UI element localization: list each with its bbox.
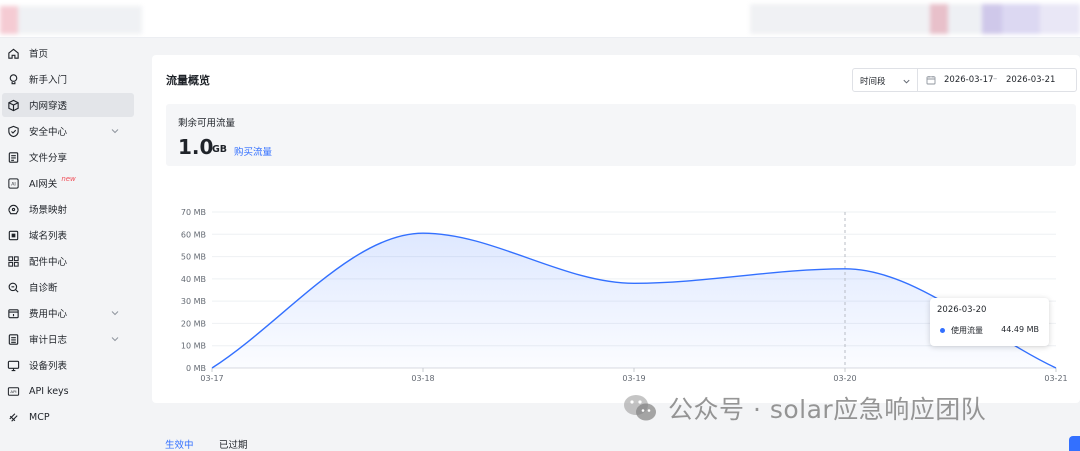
remaining-traffic-unit: GB — [212, 144, 228, 155]
date-end[interactable]: 2026-03-21 — [1006, 75, 1055, 85]
wechat-logo-icon — [624, 395, 656, 421]
scene-icon — [6, 202, 20, 216]
sidebar-item-security[interactable]: 安全中心 — [2, 119, 134, 143]
sidebar-item-ai-gateway[interactable]: AI AI网关 new — [2, 171, 134, 195]
sidebar-item-getting-started[interactable]: 新手入门 — [2, 67, 134, 91]
remaining-traffic-label: 剩余可用流量 — [178, 118, 236, 129]
sidebar-item-label: 设备列表 — [29, 361, 68, 372]
api-icon: API — [6, 384, 20, 398]
sidebar-item-label: 配件中心 — [29, 257, 68, 268]
diagnose-icon — [6, 280, 20, 294]
range-type-value: 时间段 — [860, 77, 886, 87]
home-icon — [6, 46, 20, 60]
sidebar-item-label: API keys — [29, 385, 69, 397]
sidebar-item-label: 新手入门 — [29, 75, 68, 86]
traffic-area-chart[interactable]: 0 MB10 MB20 MB30 MB40 MB50 MB60 MB70 MB … — [152, 195, 1080, 395]
y-tick-label: 30 MB — [181, 297, 206, 306]
traffic-overview-card: 流量概览 时间段 2026-03-17 – 2026-03-21 剩余可用流量 … — [152, 55, 1080, 403]
y-tick-label: 40 MB — [181, 275, 206, 284]
cube-icon — [6, 98, 20, 112]
remaining-traffic-panel: 剩余可用流量 1.0 GB 购买流量 — [166, 104, 1076, 166]
file-icon — [6, 150, 20, 164]
sidebar: 首页 新手入门 内网穿透 安全中心 文件分享 AI AI网关 new 场景映射 … — [0, 38, 138, 451]
range-type-select[interactable]: 时间段 — [852, 68, 918, 92]
tooltip-value: 44.49 MB — [1001, 325, 1039, 334]
log-icon — [6, 332, 20, 346]
sidebar-item-label: MCP — [29, 411, 50, 423]
buy-traffic-link[interactable]: 购买流量 — [234, 144, 272, 158]
sidebar-item-api-keys[interactable]: API API keys — [2, 379, 134, 403]
sidebar-item-label: 自诊断 — [29, 283, 58, 294]
date-range-picker[interactable]: 2026-03-17 – 2026-03-21 — [917, 68, 1077, 92]
domain-icon — [6, 228, 20, 242]
y-tick-label: 60 MB — [181, 230, 206, 239]
chevron-down-icon[interactable] — [110, 126, 120, 136]
y-tick-label: 0 MB — [186, 364, 206, 373]
sidebar-item-label: AI网关 — [29, 179, 58, 190]
grid-icon — [6, 254, 20, 268]
sidebar-item-label: 首页 — [29, 49, 49, 60]
sidebar-item-mcp[interactable]: MCP — [2, 405, 134, 429]
sidebar-item-accessories[interactable]: 配件中心 — [2, 249, 134, 273]
wallet-icon — [6, 306, 20, 320]
chevron-down-icon — [903, 79, 910, 84]
sidebar-item-file-share[interactable]: 文件分享 — [2, 145, 134, 169]
floating-action-button[interactable] — [1069, 436, 1080, 451]
x-tick-label: 03-17 — [200, 374, 223, 383]
y-tick-label: 20 MB — [181, 319, 206, 328]
x-tick-label: 03-19 — [622, 374, 645, 383]
y-tick-label: 70 MB — [181, 208, 206, 217]
sidebar-item-label: 文件分享 — [29, 153, 68, 164]
page-title: 流量概览 — [166, 74, 210, 87]
sidebar-item-label: 审计日志 — [29, 335, 68, 346]
calendar-icon — [926, 76, 936, 85]
tooltip-series-dot — [940, 328, 945, 333]
sidebar-item-label: 费用中心 — [29, 309, 68, 320]
monitor-icon — [6, 358, 20, 372]
remaining-traffic-value: 1.0 — [178, 135, 214, 159]
date-separator: – — [993, 74, 998, 84]
ai-icon: AI — [6, 176, 20, 190]
sidebar-item-device-list[interactable]: 设备列表 — [2, 353, 134, 377]
chevron-down-icon[interactable] — [110, 308, 120, 318]
chart-tooltip: 2026-03-20 使用流量 44.49 MB — [930, 298, 1049, 346]
shield-icon — [6, 124, 20, 138]
sidebar-item-tunnel[interactable]: 内网穿透 — [2, 93, 134, 117]
x-tick-label: 03-18 — [411, 374, 434, 383]
tooltip-date: 2026-03-20 — [937, 305, 987, 315]
mcp-icon — [6, 410, 20, 424]
tooltip-series-name: 使用流量 — [951, 326, 983, 335]
y-tick-label: 50 MB — [181, 253, 206, 262]
new-badge: new — [61, 175, 76, 183]
blurred-logo — [0, 6, 142, 34]
sidebar-item-label: 域名列表 — [29, 231, 68, 242]
sidebar-item-label: 内网穿透 — [29, 101, 68, 112]
sidebar-item-domain-list[interactable]: 域名列表 — [2, 223, 134, 247]
tab-active[interactable]: 生效中 — [165, 437, 194, 451]
sidebar-item-scene-mapping[interactable]: 场景映射 — [2, 197, 134, 221]
sidebar-item-self-diagnosis[interactable]: 自诊断 — [2, 275, 134, 299]
sidebar-item-home[interactable]: 首页 — [2, 41, 134, 65]
svg-text:API: API — [10, 389, 16, 394]
sidebar-item-label: 安全中心 — [29, 127, 68, 138]
sidebar-item-audit-log[interactable]: 审计日志 — [2, 327, 134, 351]
date-start[interactable]: 2026-03-17 — [944, 75, 993, 85]
x-tick-label: 03-21 — [1044, 374, 1067, 383]
blurred-user-area — [750, 4, 1080, 34]
sidebar-item-billing[interactable]: 费用中心 — [2, 301, 134, 325]
y-tick-label: 10 MB — [181, 342, 206, 351]
watermark-text: 公众号 · solar应急响应团队 — [668, 395, 987, 424]
bulb-icon — [6, 72, 20, 86]
x-tick-label: 03-20 — [833, 374, 856, 383]
top-bar — [0, 0, 1080, 38]
svg-text:AI: AI — [11, 181, 16, 187]
sidebar-item-label: 场景映射 — [29, 205, 68, 216]
tab-expired[interactable]: 已过期 — [219, 437, 248, 451]
watermark: 公众号 · solar应急响应团队 — [622, 390, 1062, 426]
chevron-down-icon[interactable] — [110, 334, 120, 344]
